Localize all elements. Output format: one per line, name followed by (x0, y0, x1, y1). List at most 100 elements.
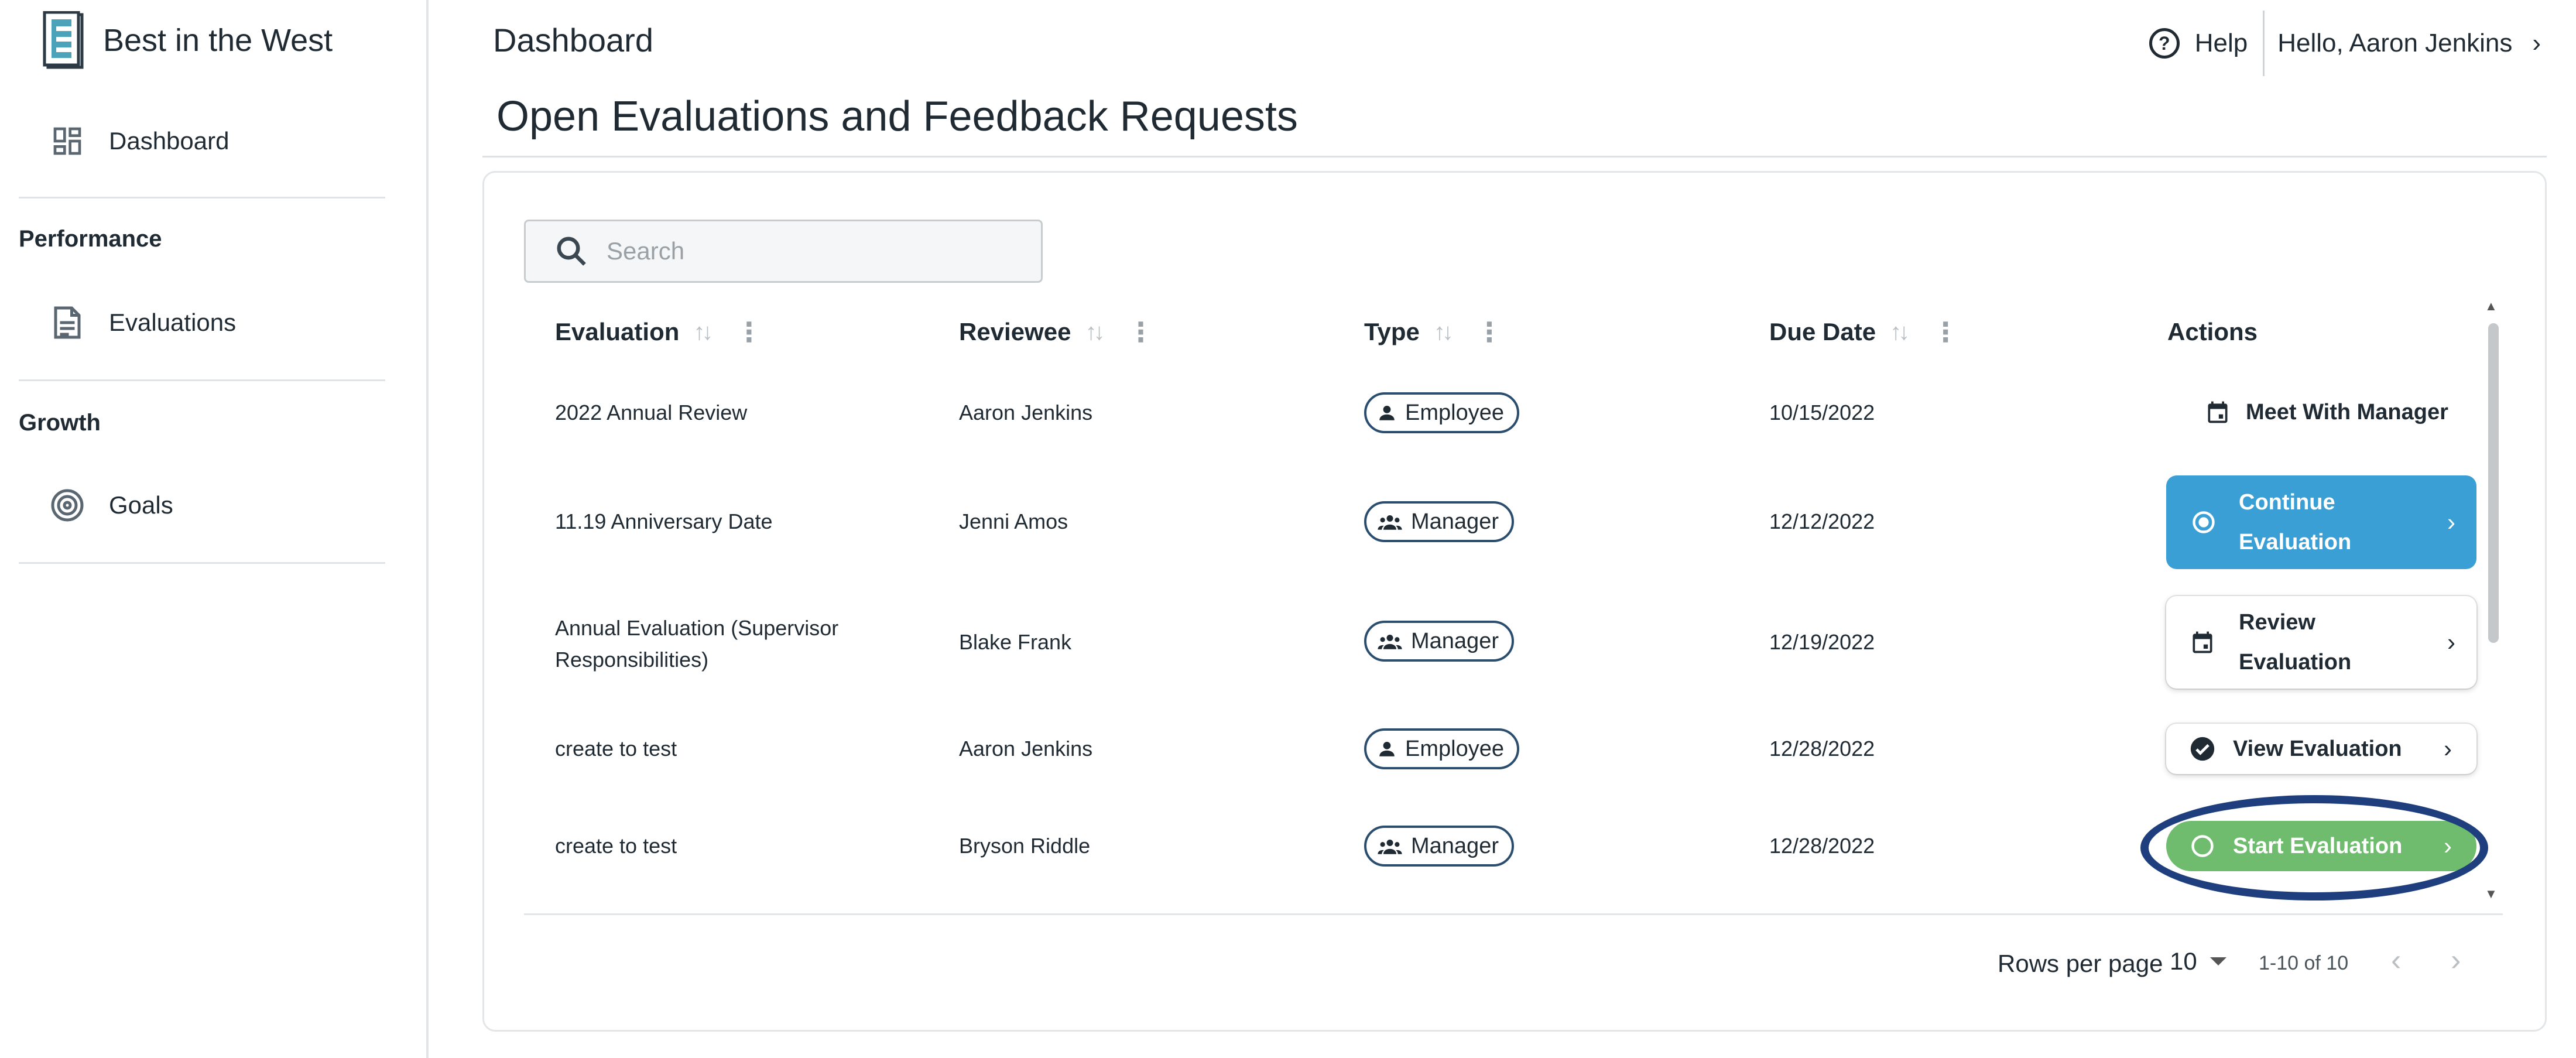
chevron-right-icon: › (2447, 508, 2455, 536)
rows-per-page-label: Rows per page (1998, 950, 2163, 977)
group-icon (1377, 631, 1403, 651)
sort-icon[interactable]: ↑↓ (693, 319, 713, 345)
continue-evaluation-button[interactable]: Continue Evaluation › (2166, 475, 2476, 569)
column-header-actions: Actions (2167, 313, 2258, 351)
brand[interactable]: Best in the West (42, 8, 333, 73)
sidebar-divider (19, 379, 385, 381)
sort-icon[interactable]: ↑↓ (1890, 319, 1910, 345)
group-icon (1377, 836, 1403, 856)
column-header-reviewee[interactable]: Reviewee ↑↓ ⋮ (959, 313, 1154, 351)
cell-evaluation: 11.19 Anniversary Date (555, 509, 773, 533)
column-header-label: Due Date (1769, 318, 1876, 345)
cell-reviewee: Aaron Jenkins (959, 400, 1093, 424)
user-greeting: Hello, Aaron Jenkins (2277, 29, 2513, 57)
target-icon (49, 487, 85, 523)
button-label: Meet With Manager (2246, 399, 2448, 424)
search-box[interactable] (524, 220, 1043, 283)
type-chip-manager: Manager (1364, 621, 1514, 662)
type-chip-manager: Manager (1364, 826, 1514, 867)
check-circle-icon (2190, 736, 2215, 762)
button-label-line: Evaluation (2239, 650, 2352, 674)
type-chip-employee: Employee (1364, 728, 1519, 769)
rows-per-page-select[interactable]: 10 (2170, 947, 2226, 975)
sidebar-divider (19, 197, 385, 198)
cell-due-date: 10/15/2022 (1769, 400, 1875, 424)
review-evaluation-button[interactable]: Review Evaluation › (2166, 596, 2476, 689)
cell-evaluation-line: Annual Evaluation (Supervisor (555, 616, 839, 640)
scroll-down-arrow-icon[interactable]: ▼ (2485, 886, 2498, 902)
sidebar-item-label: Goals (109, 491, 173, 519)
person-icon (1377, 739, 1397, 759)
meet-with-manager-button[interactable]: Meet With Manager (2193, 389, 2460, 436)
section-title: Open Evaluations and Feedback Requests (496, 93, 1298, 140)
cell-reviewee: Jenni Amos (959, 509, 1068, 533)
previous-page-button[interactable]: ‹ (2391, 943, 2401, 978)
scroll-up-arrow-icon[interactable]: ▲ (2485, 299, 2498, 314)
chevron-down-icon (2210, 957, 2226, 965)
cell-due-date: 12/28/2022 (1769, 834, 1875, 858)
chip-label: Employee (1405, 736, 1504, 761)
calendar-icon (2205, 399, 2231, 425)
column-menu-icon[interactable]: ⋮ (1127, 316, 1154, 348)
scrollbar-thumb[interactable] (2488, 323, 2499, 643)
heading-divider (482, 156, 2547, 157)
view-evaluation-button[interactable]: View Evaluation › (2166, 724, 2476, 774)
cell-evaluation: Annual Evaluation (Supervisor Responsibi… (555, 612, 838, 676)
type-chip-manager: Manager (1364, 501, 1514, 542)
help-icon: ? (2149, 28, 2180, 59)
cell-evaluation: create to test (555, 834, 677, 858)
chip-label: Manager (1411, 628, 1499, 653)
column-header-due-date[interactable]: Due Date ↑↓ ⋮ (1769, 313, 1959, 351)
chevron-right-icon: › (2447, 628, 2455, 656)
sort-icon[interactable]: ↑↓ (1085, 319, 1105, 345)
column-header-evaluation[interactable]: Evaluation ↑↓ ⋮ (555, 313, 762, 351)
cell-evaluation: 2022 Annual Review (555, 400, 748, 424)
chip-label: Manager (1411, 833, 1499, 858)
column-header-label: Actions (2167, 318, 2258, 345)
help-button[interactable]: ? Help (2149, 28, 2248, 59)
radio-dot-icon (2191, 509, 2217, 535)
document-icon (49, 304, 85, 341)
help-label: Help (2194, 29, 2248, 57)
button-label-line: Review (2239, 610, 2315, 635)
column-menu-icon[interactable]: ⋮ (1932, 316, 1959, 348)
cell-reviewee: Bryson Riddle (959, 834, 1091, 858)
user-menu-button[interactable]: Hello, Aaron Jenkins › (2277, 29, 2541, 58)
sidebar-item-label: Dashboard (109, 127, 229, 155)
sidebar-divider (19, 562, 385, 564)
cell-due-date: 12/19/2022 (1769, 630, 1875, 654)
cell-due-date: 12/28/2022 (1769, 737, 1875, 761)
button-label-line: Continue (2239, 490, 2335, 515)
chip-label: Employee (1405, 400, 1504, 425)
rows-per-page-value: 10 (2170, 947, 2197, 975)
sidebar-item-goals[interactable]: Goals (49, 479, 173, 532)
cell-due-date: 12/12/2022 (1769, 509, 1875, 533)
cell-reviewee: Blake Frank (959, 630, 1072, 654)
search-icon (554, 234, 589, 269)
cell-evaluation-line: Responsibilities) (555, 648, 709, 672)
sidebar-item-evaluations[interactable]: Evaluations (49, 296, 236, 349)
sort-icon[interactable]: ↑↓ (1434, 319, 1454, 345)
button-label-line: Evaluation (2239, 530, 2352, 554)
column-header-type[interactable]: Type ↑↓ ⋮ (1364, 313, 1503, 351)
person-icon (1377, 403, 1397, 423)
search-input[interactable] (607, 237, 1016, 265)
column-menu-icon[interactable]: ⋮ (735, 316, 762, 348)
column-header-label: Reviewee (959, 318, 1071, 345)
sidebar-section-performance: Performance (19, 226, 162, 252)
calendar-icon (2190, 629, 2215, 655)
column-menu-icon[interactable]: ⋮ (1476, 316, 1503, 348)
group-icon (1377, 512, 1403, 532)
chevron-right-icon: › (2532, 29, 2541, 57)
column-header-label: Evaluation (555, 318, 680, 345)
sidebar: Best in the West Dashboard Performance E… (0, 0, 429, 1058)
column-header-label: Type (1364, 318, 1420, 345)
next-page-button[interactable]: › (2451, 943, 2461, 978)
sidebar-item-dashboard[interactable]: Dashboard (49, 115, 229, 167)
button-label: Review Evaluation (2239, 602, 2447, 682)
topbar-actions: ? Help Hello, Aaron Jenkins › (2149, 11, 2541, 76)
app-logo-icon (42, 11, 85, 70)
sidebar-item-label: Evaluations (109, 309, 237, 336)
pagination-range: 1-10 of 10 (2259, 952, 2349, 974)
chevron-right-icon: › (2444, 735, 2452, 762)
